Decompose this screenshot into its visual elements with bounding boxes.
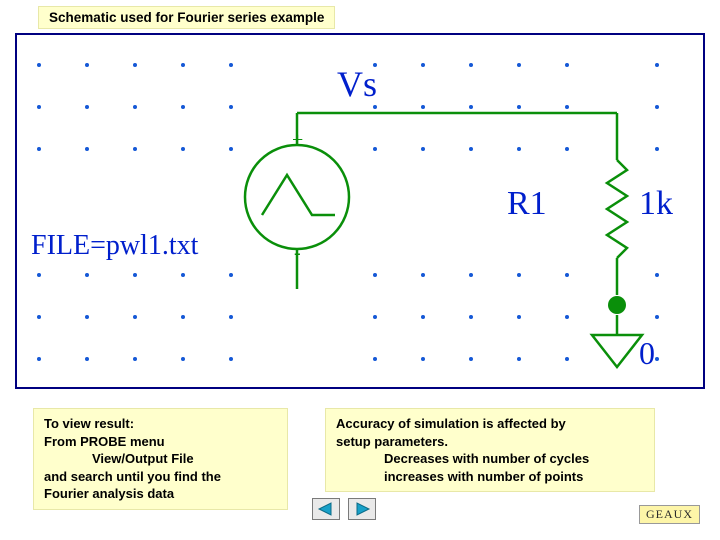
source-plus: + [292,129,303,152]
note1-line2: From PROBE menu [44,434,165,449]
next-button[interactable] [348,498,376,520]
schematic-canvas: // placeholder; real dots injected below… [15,33,705,389]
node-dot [608,296,626,314]
brand-badge: GEAUX [639,505,700,524]
triangle-right-icon [353,502,371,516]
note-view-result: To view result: From PROBE menu View/Out… [33,408,288,510]
note1-line5: Fourier analysis data [44,486,174,501]
triangle-left-icon [317,502,335,516]
note1-line1: To view result: [44,416,134,431]
note-accuracy: Accuracy of simulation is affected by se… [325,408,655,492]
label-ground: 0 [639,335,655,372]
page-title-text: Schematic used for Fourier series exampl… [49,10,324,25]
note2-line1: Accuracy of simulation is affected by [336,416,566,431]
note1-line4: and search until you find the [44,469,221,484]
page-title: Schematic used for Fourier series exampl… [38,6,335,29]
label-vs: Vs [337,63,377,105]
brand-text: GEAUX [646,507,693,521]
label-r1: R1 [507,185,547,223]
source-minus: - [294,242,301,265]
prev-button[interactable] [312,498,340,520]
label-file: FILE=pwl1.txt [31,230,198,262]
note2-line2: setup parameters. [336,434,448,449]
note2-line4: increases with number of points [336,468,644,486]
nav-controls [312,498,376,520]
note2-line3: Decreases with number of cycles [336,450,644,468]
label-r1-value: 1k [639,185,673,223]
note1-line3: View/Output File [44,450,277,468]
